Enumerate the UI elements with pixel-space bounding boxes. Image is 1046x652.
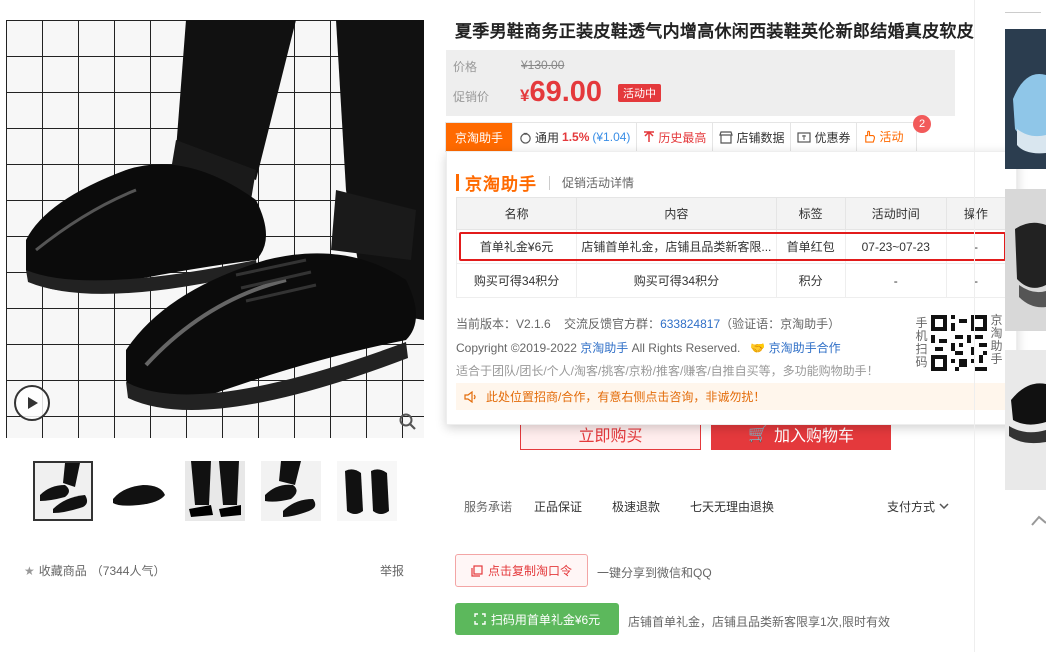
commission-rate: 1.5% (562, 130, 590, 144)
chevron-down-icon (939, 503, 949, 510)
header-tag: 标签 (775, 197, 846, 230)
recommended-product-2[interactable] (1005, 189, 1046, 331)
table-row[interactable]: 购买可得34积分 购买可得34积分 积分 - - (455, 263, 1007, 298)
handshake-icon: 🤝 (750, 341, 766, 355)
zoom-icon[interactable] (398, 412, 418, 432)
qr-label-right: 京淘助手 (990, 313, 1003, 366)
promo-badge: 活动中 (618, 84, 661, 102)
play-video-button[interactable] (14, 385, 50, 421)
scan-icon (474, 613, 486, 625)
recommended-product-3[interactable] (1005, 350, 1046, 490)
popup-subtitle: 促销活动详情 (562, 176, 635, 190)
coupon-icon (797, 132, 812, 143)
header-name: 名称 (455, 197, 578, 230)
service-item[interactable]: 极速退款 (612, 498, 660, 515)
cooperate-link[interactable]: 🤝 京淘助手合作 (750, 341, 840, 355)
promo-price: ¥69.00 (520, 76, 602, 109)
popup-header: 京淘助手 促销活动详情 (456, 170, 634, 195)
qr-code-image (931, 315, 987, 371)
coupon-description: 店铺首单礼金，店铺且品类新客限享1次,限时有效 (628, 615, 891, 629)
speaker-icon (464, 390, 476, 403)
copy-taokouling-button[interactable]: 点击复制淘口令 (455, 554, 588, 587)
ad-notice[interactable]: 此处位置招商/合作，有意右侧点击咨询，非诚勿扰！ (456, 383, 1005, 410)
promo-price-label: 促销价 (453, 90, 490, 104)
commission-amount: (¥1.04) (592, 130, 631, 144)
verify-text: （验证语：京淘助手） (720, 317, 841, 331)
audience-text: 适合于团队/团长/个人/淘客/挑客/京粉/推客/赚客/自推自买等，多功能购物助手… (456, 364, 879, 378)
version-info: 当前版本：V2.1.6 交流反馈官方群：633824817（验证语：京淘助手） (456, 315, 840, 332)
copyright-link[interactable]: 京淘助手 (580, 341, 628, 355)
table-header-row: 名称 内容 标签 活动时间 操作 (455, 197, 1007, 230)
thumbnail-5[interactable] (337, 461, 397, 521)
service-item[interactable]: 正品保证 (534, 498, 582, 515)
activity-count-badge: 2 (913, 115, 931, 133)
tab-jingtao-helper[interactable]: 京淘助手 (446, 123, 514, 151)
qr-label-left: 手机扫码 (915, 316, 928, 369)
report-link[interactable]: 举报 (380, 562, 404, 579)
thumbnail-4[interactable] (261, 461, 321, 521)
play-icon (28, 397, 38, 409)
arrow-up-icon (644, 131, 655, 142)
favorite-product[interactable]: ★ 收藏商品 （7344人气） (24, 562, 165, 579)
main-product-image[interactable] (6, 20, 424, 438)
scan-coupon-button[interactable]: 扫码用首单礼金¥6元 (455, 603, 619, 635)
recommended-product-1[interactable] (1005, 29, 1046, 169)
tab-commission[interactable]: 通用 1.5% (¥1.04) (513, 123, 638, 151)
product-title: 夏季男鞋商务正装皮鞋透气内增高休闲西装鞋英伦新郎结婚真皮软皮 (455, 22, 974, 41)
tab-store-data[interactable]: 店铺数据 (713, 123, 792, 151)
highlight-box (459, 232, 1006, 261)
service-promises: 服务承诺 正品保证 极速退款 七天无理由退换 (464, 498, 774, 515)
service-item[interactable]: 七天无理由退换 (690, 498, 774, 515)
tab-history-high[interactable]: 历史最高 (637, 123, 714, 151)
money-bag-icon (520, 132, 531, 144)
share-description: 一键分享到微信和QQ (597, 566, 712, 580)
thumbnail-3[interactable] (185, 461, 245, 521)
thumbnail-1[interactable] (33, 461, 93, 521)
star-icon: ★ (24, 563, 35, 578)
header-content: 内容 (576, 197, 777, 230)
helper-tab-bar: 京淘助手 通用 1.5% (¥1.04) 历史最高 店铺数据 优惠券 活动 (445, 122, 917, 152)
cart-icon: 🛒 (748, 426, 768, 443)
payment-methods-dropdown[interactable]: 支付方式 (887, 498, 949, 515)
hand-icon (865, 130, 876, 143)
copyright-info: Copyright ©2019-2022 京淘助手 All Rights Res… (456, 341, 841, 355)
version-text: 当前版本：V2.1.6 (456, 317, 551, 331)
copy-icon (471, 564, 483, 577)
popularity-count: （7344人气） (90, 564, 166, 578)
tab-activity[interactable]: 活动 (857, 123, 910, 151)
favorite-label: 收藏商品 (38, 564, 87, 578)
popup-brand: 京淘助手 (465, 175, 537, 194)
feedback-text: 交流反馈官方群： (564, 317, 661, 331)
store-icon (719, 130, 734, 144)
header-time: 活动时间 (844, 197, 947, 230)
price-label: 价格 (453, 60, 478, 74)
promo-price-value: 69.00 (529, 76, 603, 108)
service-label: 服务承诺 (464, 500, 513, 514)
thumbnail-2[interactable] (109, 461, 169, 521)
notice-text: 此处位置招商/合作，有意右侧点击咨询，非诚勿扰！ (486, 390, 766, 404)
original-price: ¥130.00 (521, 58, 565, 72)
sidebar-scroll-arrow[interactable] (1030, 513, 1046, 529)
group-number-link[interactable]: 633824817 (660, 317, 720, 331)
tab-coupons[interactable]: 优惠券 (791, 123, 858, 151)
header-action: 操作 (945, 197, 1007, 230)
